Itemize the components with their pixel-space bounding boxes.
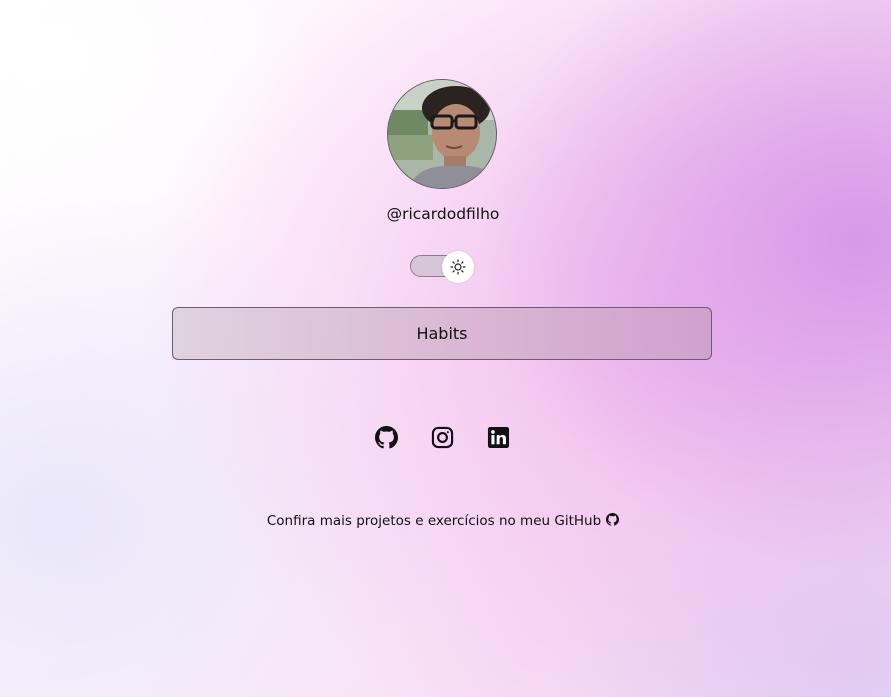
avatar: [387, 79, 497, 189]
footer-text: Confira mais projetos e exercícios no me…: [266, 513, 602, 529]
github-link[interactable]: [374, 425, 398, 449]
profile-container: @ricardodfilho Habits Confira mais proje…: [0, 0, 891, 697]
username: @ricardodfilho: [386, 205, 500, 223]
instagram-icon: [431, 426, 453, 448]
linkedin-link[interactable]: [486, 425, 510, 449]
github-icon: [374, 425, 398, 448]
github-icon: [606, 512, 620, 526]
sun-icon: [450, 259, 466, 275]
linkedin-icon: [487, 426, 509, 448]
footer: Confira mais projetos e exercícios no me…: [0, 512, 886, 529]
instagram-link[interactable]: [430, 425, 454, 449]
theme-toggle-knob[interactable]: [442, 251, 474, 283]
footer-github-link[interactable]: [606, 512, 620, 526]
link-button-habits[interactable]: Habits: [172, 307, 712, 360]
